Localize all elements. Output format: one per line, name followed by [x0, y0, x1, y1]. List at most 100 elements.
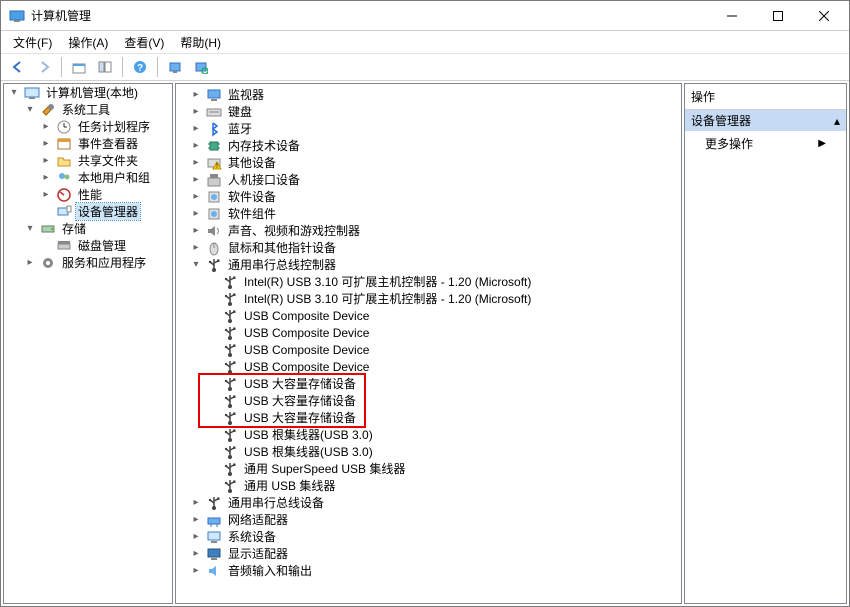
tree-item-label: 通用串行总线设备 [226, 494, 326, 511]
nav-disk-management[interactable]: ▸磁盘管理 [38, 237, 172, 254]
expand-icon[interactable]: ▸ [190, 140, 202, 152]
cat-software-comp[interactable]: ▸ 软件组件 [188, 205, 681, 222]
nav-performance[interactable]: ▸性能 [38, 186, 172, 203]
tree-item-label: 软件组件 [226, 205, 278, 222]
up-button[interactable] [68, 56, 90, 78]
expand-icon[interactable]: ▸ [40, 121, 52, 133]
tree-item-label: Intel(R) USB 3.10 可扩展主机控制器 - 1.20 (Micro… [242, 290, 533, 307]
forward-button[interactable] [33, 56, 55, 78]
usb-device-8[interactable]: ▸USB 大容量存储设备 [204, 409, 681, 426]
cat-network[interactable]: ▸网络适配器 [188, 511, 681, 528]
minimize-button[interactable] [709, 1, 755, 31]
expand-icon[interactable]: ▸ [40, 189, 52, 201]
close-button[interactable] [801, 1, 847, 31]
nav-device-manager[interactable]: ▸设备管理器 [38, 203, 172, 220]
expand-icon[interactable]: ▸ [190, 157, 202, 169]
menu-bar: 文件(F) 操作(A) 查看(V) 帮助(H) [1, 31, 849, 53]
expand-icon[interactable]: ▸ [40, 172, 52, 184]
cat-display[interactable]: ▸显示适配器 [188, 545, 681, 562]
usb-device-7[interactable]: ▸USB 大容量存储设备 [204, 392, 681, 409]
expand-icon[interactable]: ▾ [24, 104, 36, 116]
back-button[interactable] [7, 56, 29, 78]
usb-device-1[interactable]: ▸Intel(R) USB 3.10 可扩展主机控制器 - 1.20 (Micr… [204, 290, 681, 307]
usb-icon [222, 325, 238, 341]
nav-local-users[interactable]: ▸本地用户和组 [38, 169, 172, 186]
nav-tree[interactable]: ▾ 计算机管理(本地) ▾ 系统工具 ▸任务计划程序 [3, 83, 173, 604]
nav-storage[interactable]: ▾ 存储 [22, 220, 172, 237]
expand-icon[interactable]: ▸ [190, 225, 202, 237]
expand-icon[interactable]: ▸ [190, 565, 202, 577]
bluetooth-icon [206, 121, 222, 137]
expand-icon[interactable]: ▸ [190, 123, 202, 135]
menu-action[interactable]: 操作(A) [62, 32, 114, 53]
usb-device-0[interactable]: ▸Intel(R) USB 3.10 可扩展主机控制器 - 1.20 (Micr… [204, 273, 681, 290]
usb-device-11[interactable]: ▸通用 SuperSpeed USB 集线器 [204, 460, 681, 477]
nav-shared-folders[interactable]: ▸共享文件夹 [38, 152, 172, 169]
sound-icon [206, 223, 222, 239]
tree-item-label: 软件设备 [226, 188, 278, 205]
nav-root[interactable]: ▾ 计算机管理(本地) [6, 84, 172, 101]
expand-icon[interactable]: ▸ [190, 89, 202, 101]
expand-icon[interactable]: ▸ [40, 155, 52, 167]
cat-usb-devices[interactable]: ▸ 通用串行总线设备 [188, 494, 681, 511]
tree-item-label: 键盘 [226, 103, 254, 120]
cat-audio[interactable]: ▸音频输入和输出 [188, 562, 681, 579]
cat-memory[interactable]: ▸内存技术设备 [188, 137, 681, 154]
cat-system[interactable]: ▸系统设备 [188, 528, 681, 545]
expand-icon[interactable]: ▸ [190, 174, 202, 186]
tree-item-label: USB 大容量存储设备 [242, 375, 358, 392]
usb-device-10[interactable]: ▸USB 根集线器(USB 3.0) [204, 443, 681, 460]
usb-device-4[interactable]: ▸USB Composite Device [204, 341, 681, 358]
device-tree-pane[interactable]: ▸监视器▸键盘▸蓝牙▸内存技术设备▸!其他设备▸人机接口设备▸软件设备▸软件组件… [175, 83, 682, 604]
expand-icon[interactable]: ▾ [24, 223, 36, 235]
collapse-icon[interactable]: ▾ [190, 259, 202, 271]
menu-file[interactable]: 文件(F) [7, 32, 58, 53]
cat-keyboard[interactable]: ▸ 键盘 [188, 103, 681, 120]
usb-device-3[interactable]: ▸USB Composite Device [204, 324, 681, 341]
nav-event-viewer[interactable]: ▸事件查看器 [38, 135, 172, 152]
software-icon [206, 189, 222, 205]
usb-device-9[interactable]: ▸USB 根集线器(USB 3.0) [204, 426, 681, 443]
maximize-button[interactable] [755, 1, 801, 31]
cat-hid[interactable]: ▸人机接口设备 [188, 171, 681, 188]
menu-help[interactable]: 帮助(H) [174, 32, 227, 53]
cat-software-dev[interactable]: ▸ 软件设备 [188, 188, 681, 205]
usb-device-12[interactable]: ▸通用 USB 集线器 [204, 477, 681, 494]
scan-button[interactable] [190, 56, 212, 78]
expand-icon[interactable]: ▸ [190, 191, 202, 203]
cat-monitor[interactable]: ▸监视器 [188, 86, 681, 103]
expand-icon[interactable]: ▸ [190, 514, 202, 526]
title-bar[interactable]: 计算机管理 [1, 1, 849, 31]
warn-icon: ! [206, 155, 222, 171]
expand-icon[interactable]: ▸ [40, 138, 52, 150]
cat-mouse[interactable]: ▸鼠标和其他指针设备 [188, 239, 681, 256]
usb-icon [222, 376, 238, 392]
cat-other[interactable]: ▸!其他设备 [188, 154, 681, 171]
expand-icon[interactable]: ▸ [190, 242, 202, 254]
expand-icon[interactable]: ▸ [190, 531, 202, 543]
actions-section-header[interactable]: 设备管理器 ▴ [685, 110, 846, 131]
tree-item-label: 其他设备 [226, 154, 278, 171]
help-button[interactable]: ? [129, 56, 151, 78]
expand-icon[interactable]: ▾ [8, 87, 20, 99]
usb-device-6[interactable]: ▸USB 大容量存储设备 [204, 375, 681, 392]
tree-item-label: USB 根集线器(USB 3.0) [242, 443, 375, 460]
cat-sound[interactable]: ▸声音、视频和游戏控制器 [188, 222, 681, 239]
actions-pane: 操作 设备管理器 ▴ 更多操作 ▶ [684, 83, 847, 604]
expand-icon[interactable]: ▸ [190, 548, 202, 560]
properties-button[interactable] [164, 56, 186, 78]
usb-device-5[interactable]: ▸USB Composite Device [204, 358, 681, 375]
show-hide-tree-button[interactable] [94, 56, 116, 78]
expand-icon[interactable]: ▸ [190, 497, 202, 509]
usb-device-2[interactable]: ▸USB Composite Device [204, 307, 681, 324]
expand-icon[interactable]: ▸ [24, 257, 36, 269]
cat-bluetooth[interactable]: ▸蓝牙 [188, 120, 681, 137]
cat-usb-controllers[interactable]: ▾通用串行总线控制器 [188, 256, 681, 273]
nav-task-scheduler[interactable]: ▸任务计划程序 [38, 118, 172, 135]
expand-icon[interactable]: ▸ [190, 208, 202, 220]
nav-system-tools[interactable]: ▾ 系统工具 [22, 101, 172, 118]
nav-services-apps[interactable]: ▸服务和应用程序 [22, 254, 172, 271]
actions-more[interactable]: 更多操作 ▶ [685, 131, 846, 156]
menu-view[interactable]: 查看(V) [118, 32, 170, 53]
expand-icon[interactable]: ▸ [190, 106, 202, 118]
